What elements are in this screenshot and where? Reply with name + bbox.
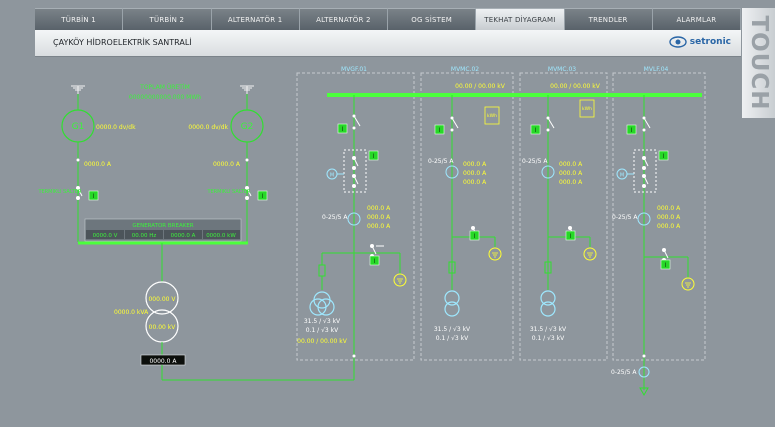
breaker-current: 0000.0 A (171, 233, 196, 239)
total-production-label: TOPLAM ÜRETİM (139, 84, 190, 91)
transformer-power: 0000.0 kVA (114, 309, 149, 316)
p2-earth-indicator[interactable]: I (469, 230, 480, 241)
p2-vt-upper[interactable] (444, 290, 460, 306)
breaker-power: 0000.0 kW (206, 233, 236, 239)
p4-breaker-state: I (663, 153, 665, 160)
p3-tr-ratio-2: 0.1 / √3 kV (532, 335, 565, 342)
g2-switch-label: TERMIKLI SALTER (206, 189, 251, 195)
p2-tr-ratio: 31.5 / √3 kV (434, 326, 471, 333)
p1-breaker-state: I (373, 153, 375, 160)
p3-vt-lower[interactable] (540, 301, 556, 317)
bus-reading-2: 00.00 / 00.00 kV (455, 83, 506, 90)
p2-amp-l3: 000.0 A (463, 179, 487, 186)
p3-amp-l1: 000.0 A (559, 161, 583, 168)
g1-switch-label: TERMIKLI SALTER (37, 189, 82, 195)
breaker-voltage: 0000.0 V (93, 233, 118, 239)
transformer-voltage-low: 00.00 kV (149, 324, 177, 331)
p1-earth-switch-indicator[interactable]: I (337, 123, 348, 134)
p1-motor-icon[interactable]: M (326, 168, 338, 180)
panel-name-3: MVMC.03 (548, 66, 576, 73)
p4-earth-state: I (665, 262, 667, 269)
p4-amp-l1: 000.0 A (657, 205, 681, 212)
p4-motor-mark: M (620, 173, 624, 179)
p1-tr-ratio-2: 0.1 / √3 kV (306, 327, 339, 334)
p3-ct-ratio: 0-25/5 A (522, 158, 548, 165)
transformer-voltage-high: 000.00 V (148, 296, 176, 303)
p1-amp-l1: 000.0 A (367, 205, 391, 212)
g1-switch-indicator[interactable]: I (88, 190, 99, 201)
p2-vt-lower[interactable] (444, 301, 460, 317)
p4-motor-icon[interactable]: M (616, 168, 628, 180)
p4-switch-indicator[interactable]: I (626, 124, 637, 135)
panel-name-4: MVLF.04 (644, 66, 669, 73)
p3-earth-indicator[interactable]: I (565, 230, 576, 241)
g2-switch-state: I (262, 193, 264, 200)
breaker-frequency: 00.00 Hz (132, 233, 157, 239)
p1-earth2-state: I (374, 258, 376, 265)
generator-breaker-label: GENERATOR BREAKER (132, 223, 193, 229)
p3-meter-label: kWh (582, 106, 592, 112)
g2-speed: 0000.0 dv/dk (188, 124, 228, 131)
g1-current: 0000.0 A (84, 161, 112, 168)
bottom-current-display[interactable]: 0000.0 A (140, 354, 186, 366)
p2-meter-label: kWh (487, 113, 497, 119)
p1-tr-ratio: 31.5 / √3 kV (304, 318, 341, 325)
p4-ct-ratio: 0-25/5 A (612, 214, 638, 221)
g1-speed: 0000.0 dv/dk (96, 124, 136, 131)
p4-amp-l3: 000.0 A (657, 223, 681, 230)
panel-frame-mvgf01 (296, 72, 415, 361)
p3-tr-ratio: 31.5 / √3 kV (530, 326, 567, 333)
single-line-diagram: MVGF.01 MVMC.02 MVMC.03 MVLF.04 00.00 / … (37, 66, 706, 397)
p2-amp-l1: 000.0 A (463, 161, 487, 168)
total-production-value: 00000000000.000 MWh (129, 94, 201, 101)
p4-amp-l2: 000.0 A (657, 214, 681, 221)
bus-reading-3: 00.00 / 00.00 kV (550, 83, 601, 90)
p1-earth-switch-state: I (342, 126, 344, 133)
p1-amp-l3: 000.0 A (367, 223, 391, 230)
p4-breaker-indicator[interactable]: I (658, 150, 669, 161)
p4-earth-indicator[interactable]: I (660, 259, 671, 270)
g2-current: 0000.0 A (213, 161, 241, 168)
p1-voltage-reading: 00.00 / 00.00 kV (297, 338, 348, 345)
p3-vt-upper[interactable] (540, 290, 556, 306)
p2-amp-l2: 000.0 A (463, 170, 487, 177)
p2-ct-ratio: 0-25/5 A (428, 158, 454, 165)
panel-name-1: MVGF.01 (341, 66, 367, 73)
p1-ct-ratio: 0-25/5 A (322, 214, 348, 221)
p2-switch-indicator[interactable]: I (434, 124, 445, 135)
g1-switch-state: I (93, 193, 95, 200)
p3-switch-indicator[interactable]: I (530, 124, 541, 135)
p2-energy-meter[interactable]: kWh (484, 106, 500, 125)
p1-breaker-indicator[interactable]: I (368, 150, 379, 161)
p4-switch-state: I (631, 127, 633, 134)
p2-tr-ratio-2: 0.1 / √3 kV (436, 335, 469, 342)
p3-switch-state: I (535, 127, 537, 134)
p2-earth-state: I (474, 233, 476, 240)
panel-name-2: MVMC.02 (451, 66, 479, 73)
p1-amp-l2: 000.0 A (367, 214, 391, 221)
p3-energy-meter[interactable]: kWh (579, 99, 595, 118)
p2-switch-state: I (439, 127, 441, 134)
p3-earth-state: I (570, 233, 572, 240)
g2-label: G2 (241, 122, 254, 132)
p1-motor-mark: M (330, 173, 334, 179)
p3-amp-l3: 000.0 A (559, 179, 583, 186)
p4-ct2-ratio: 0-25/5 A (611, 369, 637, 376)
generator-breaker-panel[interactable]: GENERATOR BREAKER 0000.0 V 00.00 Hz 0000… (84, 218, 242, 242)
p1-earth2-indicator[interactable]: I (369, 255, 380, 266)
g2-switch-indicator[interactable]: I (257, 190, 268, 201)
bottom-current-value: 0000.0 A (149, 358, 177, 365)
p3-amp-l2: 000.0 A (559, 170, 583, 177)
g1-label: G1 (72, 122, 85, 132)
